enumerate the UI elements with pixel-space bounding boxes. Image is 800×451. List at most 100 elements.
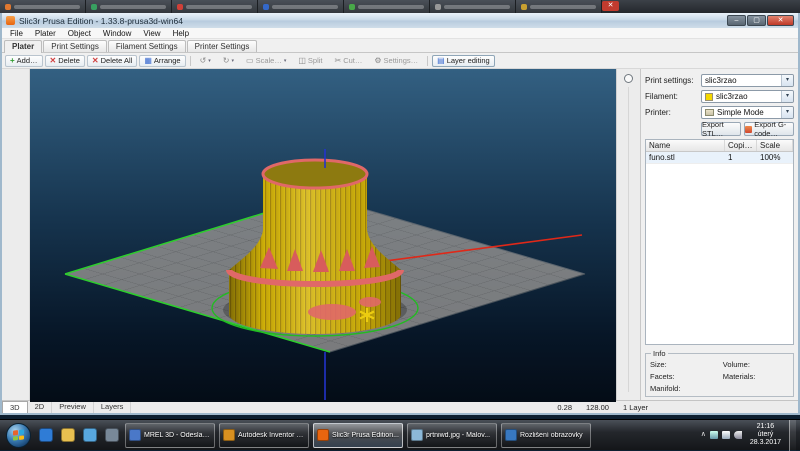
view-tab-2d[interactable]: 2D (28, 401, 53, 413)
delete-icon: ✕ (50, 57, 57, 65)
quicklaunch-app-icon[interactable] (102, 423, 122, 447)
arrange-label: Arrange (154, 56, 181, 65)
info-group-box: Info Size: Volume: Facets: Materials: Ma… (645, 353, 794, 397)
menu-window[interactable]: Window (97, 29, 137, 38)
clock-date: 28.3.2017 (750, 439, 781, 447)
maximize-button[interactable]: ▢ (747, 15, 766, 26)
layer-editing-button[interactable]: ▤ Layer editing (432, 55, 495, 67)
title-bar[interactable]: Slic3r Prusa Edition - 1.33.8-prusa3d-wi… (2, 13, 798, 28)
tab-title-placeholder (444, 5, 510, 9)
view-tab-layers[interactable]: Layers (94, 401, 132, 413)
windows-flag-icon (13, 429, 24, 440)
export-stl-button[interactable]: Export STL… (701, 122, 741, 136)
taskbar-button-display-settings[interactable]: Rozlišení obrazovky (501, 423, 591, 448)
taskbar-button-inventor[interactable]: Autodesk Inventor Pr... (219, 423, 309, 448)
printer-icon (705, 109, 714, 116)
background-window-close-icon[interactable]: ✕ (602, 1, 619, 11)
info-materials-label: Materials: (723, 372, 789, 381)
show-desktop-button[interactable] (789, 420, 796, 451)
table-row[interactable]: funo.stl 1 100% (646, 152, 793, 164)
support-patch (359, 297, 381, 307)
main-area: Print settings: slic3rzao ▾ Filament: sl… (2, 69, 798, 400)
tab-plater[interactable]: Plater (4, 40, 42, 53)
filament-value: slic3rzao (716, 92, 748, 101)
display-icon (505, 429, 517, 441)
info-title: Info (651, 349, 668, 358)
hidden-icons-chevron-icon[interactable]: ∧ (701, 431, 706, 439)
tab-title-placeholder (530, 5, 596, 9)
background-tab[interactable] (430, 0, 516, 13)
column-name[interactable]: Name (646, 140, 725, 151)
plater-toolbar: + Add… ✕ Delete ✕ Delete All ▦ Arrange ↺… (2, 53, 798, 69)
background-tab[interactable] (0, 0, 86, 13)
slic3r-app-icon (6, 16, 15, 25)
scale-button[interactable]: ▭ Scale… ▾ (241, 55, 291, 67)
cut-button[interactable]: ✂ Cut… (330, 55, 368, 67)
printer-combo[interactable]: Simple Mode ▾ (701, 106, 794, 119)
column-copies[interactable]: Copi… (725, 140, 757, 151)
add-label: Add… (17, 56, 38, 65)
start-button[interactable] (6, 423, 31, 448)
inventor-icon (223, 429, 235, 441)
arrange-button[interactable]: ▦ Arrange (139, 55, 185, 67)
windows-taskbar: MREL 3D - Odeslat o... Autodesk Inventor… (0, 419, 800, 450)
export-gcode-button[interactable]: Export G-code… (744, 122, 794, 136)
taskbar-button-paint[interactable]: prtniwd.jpg - Malov... (407, 423, 497, 448)
menu-file[interactable]: File (4, 29, 29, 38)
quicklaunch-explorer-folder-icon[interactable] (58, 423, 78, 447)
view-tab-3d[interactable]: 3D (2, 401, 28, 413)
delete-all-button[interactable]: ✕ Delete All (87, 55, 137, 67)
info-facets-label: Facets: (650, 372, 723, 381)
menu-help[interactable]: Help (167, 29, 195, 38)
tab-filament-settings[interactable]: Filament Settings (108, 40, 186, 52)
rotate-cw-button[interactable]: ↻ ▾ (218, 55, 239, 67)
rotate-ccw-button[interactable]: ↺ ▾ (195, 55, 216, 67)
layer-slider-track[interactable] (628, 87, 629, 392)
background-tab[interactable] (344, 0, 430, 13)
menu-plater[interactable]: Plater (29, 29, 62, 38)
right-panel: Print settings: slic3rzao ▾ Filament: sl… (640, 69, 798, 400)
quicklaunch-internet-explorer-icon[interactable] (36, 423, 56, 447)
background-tab[interactable] (516, 0, 602, 13)
table-header: Name Copi… Scale (646, 140, 793, 152)
split-button[interactable]: ◫ Split (293, 55, 327, 67)
layer-editing-label: Layer editing (447, 56, 490, 65)
object-list-table[interactable]: Name Copi… Scale funo.stl 1 100% (645, 139, 794, 345)
print-settings-label: Print settings: (645, 76, 701, 85)
settings-label: Settings… (384, 56, 419, 65)
filament-combo[interactable]: slic3rzao ▾ (701, 90, 794, 103)
network-icon[interactable] (722, 431, 730, 439)
action-center-icon[interactable] (710, 431, 718, 439)
add-button[interactable]: + Add… (5, 55, 43, 67)
app-icon (61, 428, 75, 442)
settings-button[interactable]: ⚙ Settings… (369, 55, 423, 67)
taskbar-button-slic3r[interactable]: Slic3r Prusa Edition... (313, 423, 403, 448)
column-scale[interactable]: Scale (757, 140, 793, 151)
background-tab[interactable] (258, 0, 344, 13)
chevron-down-icon: ▾ (781, 75, 793, 86)
taskbar-button-label: Autodesk Inventor Pr... (238, 432, 305, 439)
background-tab[interactable] (172, 0, 258, 13)
settings-gear-icon: ⚙ (374, 57, 381, 65)
tab-print-settings[interactable]: Print Settings (43, 40, 107, 52)
menu-view[interactable]: View (137, 29, 166, 38)
minimize-button[interactable]: – (727, 15, 746, 26)
layer-slider-knob[interactable] (624, 74, 633, 83)
view-tab-preview[interactable]: Preview (52, 401, 94, 413)
clock-time: 21:16 (750, 423, 781, 431)
taskbar-button-label: Slic3r Prusa Edition... (332, 432, 399, 439)
delete-button[interactable]: ✕ Delete (45, 55, 85, 67)
split-label: Split (308, 56, 323, 65)
export-gcode-label: Export G-code… (754, 120, 793, 138)
taskbar-button-mrel[interactable]: MREL 3D - Odeslat o... (125, 423, 215, 448)
print-settings-combo[interactable]: slic3rzao ▾ (701, 74, 794, 87)
tab-printer-settings[interactable]: Printer Settings (187, 40, 258, 52)
tab-favicon-icon (263, 4, 269, 10)
taskbar-clock[interactable]: 21:16 úterý 28.3.2017 (746, 423, 785, 447)
3d-viewport[interactable] (30, 69, 616, 400)
close-button[interactable]: ✕ (767, 15, 794, 26)
volume-icon[interactable] (734, 431, 742, 439)
menu-object[interactable]: Object (62, 29, 97, 38)
background-tab[interactable] (86, 0, 172, 13)
quicklaunch-media-player-icon[interactable] (80, 423, 100, 447)
